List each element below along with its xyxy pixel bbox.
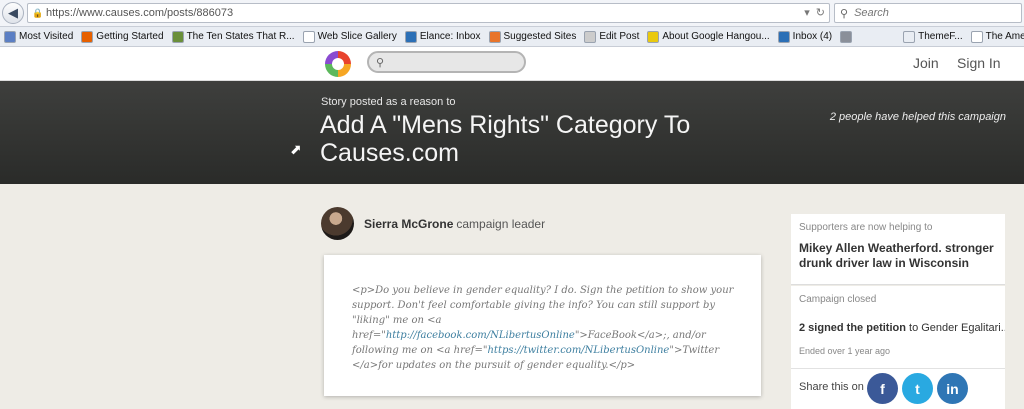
bookmark-item[interactable]: Edit Post [580, 30, 643, 43]
reload-icon[interactable]: ↻ [816, 6, 825, 19]
facebook-share-button[interactable]: f [867, 373, 898, 404]
twitter-icon: t [915, 380, 920, 397]
share-label: Share this on [799, 381, 864, 393]
bookmark-item[interactable]: ThemeF... [899, 30, 966, 43]
bookmark-icon [777, 30, 790, 43]
bookmark-icon [404, 30, 417, 43]
bookmark-icon [302, 30, 315, 43]
twitter-share-button[interactable]: t [902, 373, 933, 404]
bookmark-icon [903, 30, 916, 43]
signed-count-bold: 2 signed the petition [799, 322, 906, 334]
twitter-link[interactable]: https://twitter.com/NLibertusOnline [487, 345, 669, 356]
lock-icon: 🔒 [32, 8, 44, 18]
signed-target: to Gender Egalitari... [905, 322, 1005, 334]
bookmark-item[interactable]: Getting Started [77, 30, 167, 43]
avatar[interactable] [321, 207, 354, 240]
bookmarks-bar: Most Visited Getting Started The Ten State… [0, 27, 1024, 47]
bookmark-label: The Ten States That R... [186, 31, 295, 42]
causes-logo[interactable] [325, 51, 351, 77]
bookmark-label: Edit Post [599, 31, 640, 42]
story-card: <p>Do you believe in gender equality? I … [324, 255, 761, 396]
mouse-cursor-icon: ⬈ [290, 141, 302, 157]
bookmark-label: About Google Hangou... [662, 31, 770, 42]
site-search-input[interactable]: ⚲ [367, 51, 526, 73]
bookmark-icon [970, 30, 983, 43]
bookmark-icon [81, 30, 94, 43]
signed-count[interactable]: 2 signed the petition to Gender Egalitar… [799, 322, 1005, 334]
bookmark-label: Elance: Inbox [419, 31, 481, 42]
bookmark-item[interactable]: The American Parasite [967, 30, 1024, 43]
bookmark-item[interactable] [836, 30, 859, 43]
browser-search-input[interactable] [854, 7, 1005, 19]
linkedin-share-button[interactable]: in [937, 373, 968, 404]
share-row: Share this on f t in [791, 368, 1005, 409]
leader-role: campaign leader [456, 216, 546, 231]
bookmark-label: ThemeF... [918, 31, 963, 42]
supporters-kicker: Supporters are now helping to [799, 222, 933, 233]
address-bar[interactable]: 🔒 https://www.causes.com/posts/886073 ▾ … [27, 3, 830, 23]
bookmark-label: The American Parasite [985, 31, 1024, 42]
join-link[interactable]: Join [913, 55, 939, 71]
bookmark-icon [488, 30, 501, 43]
bookmark-label: Web Slice Gallery [317, 31, 397, 42]
browser-nav-bar: ◀ 🔒 https://www.causes.com/posts/886073 … [0, 0, 1024, 27]
bookmark-item[interactable]: Most Visited [0, 30, 77, 43]
bookmark-label: Getting Started [96, 31, 164, 42]
campaign-hero: Story posted as a reason to Add A "Mens … [0, 81, 1024, 184]
url-text: https://www.causes.com/posts/886073 [46, 7, 234, 19]
bookmark-icon [647, 30, 660, 43]
campaign-status-card: Campaign closed 2 signed the petition to… [791, 286, 1005, 368]
page-title: Add A "Mens Rights" Category To Causes.c… [320, 111, 691, 167]
campaign-leader: Sierra McGrone campaign leader [321, 207, 545, 240]
bookmark-item[interactable]: Web Slice Gallery [299, 30, 401, 43]
bookmark-item[interactable]: Suggested Sites [485, 30, 581, 43]
linkedin-icon: in [946, 380, 959, 397]
bookmark-label: Most Visited [19, 31, 74, 42]
story-body: <p>Do you believe in gender equality? I … [352, 283, 740, 373]
sign-in-link[interactable]: Sign In [957, 55, 1001, 71]
bookmark-icon [171, 30, 184, 43]
site-header: ⚲ Join Sign In [0, 47, 1024, 81]
bookmark-icon [4, 30, 16, 43]
bookmark-icon [840, 30, 853, 43]
bookmark-label: Suggested Sites [503, 31, 577, 42]
bookmark-item[interactable]: About Google Hangou... [643, 30, 773, 43]
back-button[interactable]: ◀ [2, 2, 24, 24]
facebook-icon: f [880, 380, 885, 397]
back-arrow-icon: ◀ [8, 5, 18, 20]
supporters-card: Supporters are now helping to Mikey Alle… [791, 214, 1005, 285]
bookmark-label: Inbox (4) [792, 31, 833, 42]
bookmark-item[interactable]: Inbox (4) [774, 30, 836, 43]
facebook-link[interactable]: http://facebook.com/NLibertusOnline [386, 330, 575, 341]
bookmark-icon [584, 30, 597, 43]
campaign-closed-label: Campaign closed [799, 294, 877, 305]
bookmark-item[interactable]: Elance: Inbox [401, 30, 485, 43]
supported-campaign-link[interactable]: Mikey Allen Weatherford. stronger drunk … [799, 241, 999, 271]
search-icon: ⚲ [840, 7, 849, 20]
ended-timestamp: Ended over 1 year ago [799, 346, 891, 356]
search-icon: ⚲ [376, 56, 385, 69]
bookmark-item[interactable]: The Ten States That R... [168, 30, 299, 43]
leader-name[interactable]: Sierra McGrone [364, 217, 453, 231]
hero-kicker: Story posted as a reason to [321, 96, 456, 108]
browser-search-box[interactable]: ⚲ [834, 3, 1022, 23]
helped-count: 2 people have helped this campaign [829, 111, 1006, 123]
dropdown-arrow-icon[interactable]: ▾ [804, 6, 810, 19]
